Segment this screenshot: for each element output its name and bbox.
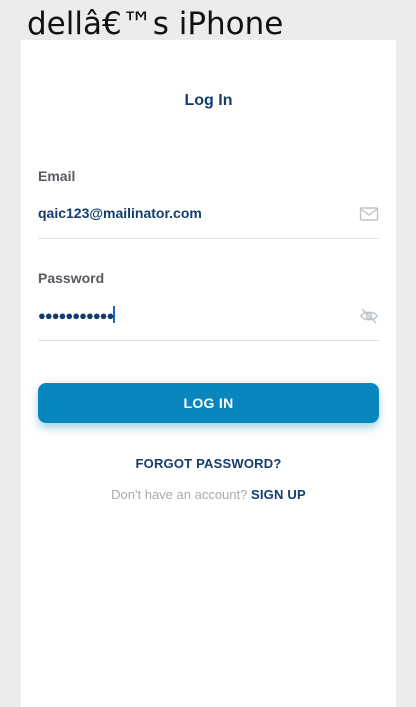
page-title: Log In — [184, 92, 233, 109]
email-underline — [38, 238, 379, 239]
login-button[interactable]: LOG IN — [38, 383, 379, 423]
window-title: dellâ€™s iPhone — [27, 6, 284, 42]
email-label: Email — [38, 168, 76, 184]
forgot-password-link[interactable]: FORGOT PASSWORD? — [21, 456, 396, 471]
email-field[interactable]: qaic123@mailinator.com — [38, 205, 202, 221]
signup-link[interactable]: SIGN UP — [251, 487, 306, 502]
signup-row: Don't have an account? SIGN UP — [21, 487, 396, 502]
password-field[interactable]: ●●●●●●●●●●● — [38, 306, 116, 323]
password-label: Password — [38, 270, 105, 286]
mail-icon — [359, 207, 379, 221]
password-underline — [38, 340, 379, 341]
text-cursor — [113, 306, 116, 323]
eye-off-icon[interactable] — [359, 306, 379, 326]
signup-prompt: Don't have an account? — [111, 487, 248, 502]
login-screen: Log In Email qaic123@mailinator.com Pass… — [21, 40, 396, 707]
password-masked-value: ●●●●●●●●●●● — [38, 308, 114, 323]
